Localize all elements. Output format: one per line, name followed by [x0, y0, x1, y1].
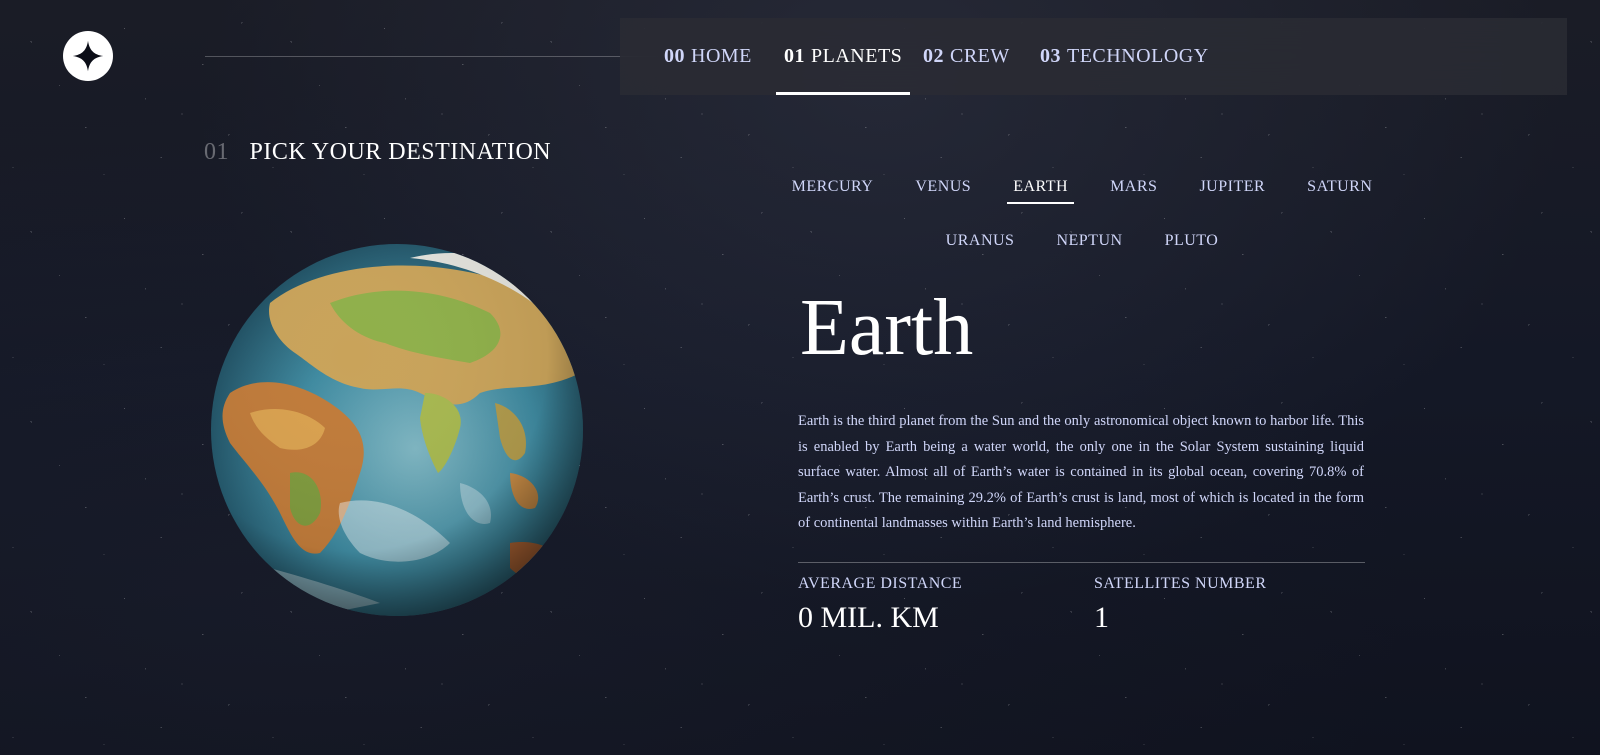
nav-number: 00 [664, 45, 685, 67]
tab-jupiter[interactable]: JUPITER [1193, 172, 1271, 204]
section-heading: 01 PICK YOUR DESTINATION [204, 139, 551, 166]
tab-uranus[interactable]: URANUS [940, 226, 1021, 258]
nav-crew[interactable]: 02 CREW [923, 18, 1010, 95]
nav-label: CREW [950, 45, 1010, 67]
satellites-label: SATELLITES NUMBER [1094, 575, 1267, 592]
four-point-star-icon [72, 40, 104, 72]
planet-name: Earth [800, 284, 974, 372]
logo[interactable] [63, 31, 113, 81]
tab-pluto[interactable]: PLUTO [1159, 226, 1225, 258]
nav-label: HOME [691, 45, 752, 67]
tab-saturn[interactable]: SATURN [1301, 172, 1378, 204]
tab-earth[interactable]: EARTH [1007, 172, 1075, 204]
tab-venus[interactable]: VENUS [909, 172, 977, 204]
nav-number: 01 [784, 45, 805, 67]
tab-neptun[interactable]: NEPTUN [1050, 226, 1128, 258]
main-nav: 00 HOME 01 PLANETS 02 CREW 03 TECHNOLOGY [620, 18, 1567, 95]
tab-mercury[interactable]: MERCURY [786, 172, 880, 204]
planet-tabs: MERCURY VENUS EARTH MARS JUPITER SATURN … [792, 172, 1372, 280]
planet-tab-row-2: URANUS NEPTUN PLUTO [798, 226, 1366, 258]
section-title: PICK YOUR DESTINATION [249, 139, 552, 165]
nav-planets[interactable]: 01 PLANETS [775, 18, 911, 95]
nav-number: 02 [923, 45, 944, 67]
planet-description: Earth is the third planet from the Sun a… [798, 413, 1364, 531]
stats-divider [798, 562, 1365, 563]
average-distance-value: 0 MIL. KM [798, 601, 939, 634]
nav-label: PLANETS [811, 45, 903, 67]
average-distance-stat: AVERAGE DISTANCE 0 MIL. KM [798, 575, 962, 635]
satellites-value: 1 [1094, 601, 1109, 634]
earth-globe-image [211, 244, 583, 616]
nav-label: TECHNOLOGY [1067, 45, 1209, 67]
nav-number: 03 [1040, 45, 1061, 67]
planet-tab-row-1: MERCURY VENUS EARTH MARS JUPITER SATURN [792, 172, 1372, 204]
tab-mars[interactable]: MARS [1104, 172, 1163, 204]
section-number: 01 [204, 139, 229, 165]
nav-technology[interactable]: 03 TECHNOLOGY [1040, 18, 1209, 95]
nav-home[interactable]: 00 HOME [664, 18, 752, 95]
average-distance-label: AVERAGE DISTANCE [798, 575, 963, 592]
satellites-stat: SATELLITES NUMBER 1 [1094, 575, 1267, 635]
header-divider [205, 56, 660, 57]
